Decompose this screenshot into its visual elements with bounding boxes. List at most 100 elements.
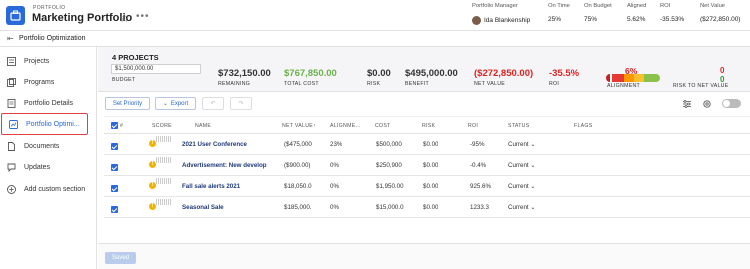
sidebar-item-programs[interactable]: Programs bbox=[0, 73, 96, 91]
status-dropdown[interactable]: Current ⌄ bbox=[508, 162, 536, 169]
page-title: Marketing Portfolio bbox=[32, 12, 133, 24]
optimization-icon bbox=[9, 119, 18, 129]
remaining-metric: $732,150.00 REMAINING bbox=[218, 68, 271, 87]
plus-circle-icon bbox=[7, 184, 16, 194]
export-button[interactable]: ⌄ Export bbox=[155, 97, 196, 110]
score-indicator bbox=[156, 199, 172, 205]
sidebar-item-projects[interactable]: Projects bbox=[0, 52, 96, 70]
gear-icon[interactable] bbox=[702, 99, 712, 109]
footer-bar: Saved bbox=[98, 243, 750, 269]
column-status[interactable]: STATUS bbox=[508, 123, 530, 129]
project-name-link[interactable]: Fall sale alerts 2021 bbox=[182, 183, 270, 190]
sidebar-item-documents[interactable]: Documents bbox=[0, 137, 96, 155]
aligned-meta: Aligned 5.62% bbox=[627, 3, 647, 23]
collapse-sidebar-icon[interactable]: ⇤ bbox=[7, 34, 14, 43]
table-row[interactable]: ! Fall sale alerts 2021 $18,050.0 0% $1,… bbox=[104, 176, 750, 197]
alignment-cell: 0% bbox=[330, 204, 339, 211]
sidebar-item-add-custom-section[interactable]: Add custom section bbox=[0, 180, 96, 198]
roi-meta: ROI -35.53% bbox=[660, 3, 685, 23]
updates-icon bbox=[7, 163, 16, 172]
sidebar-item-label: Portfolio Details bbox=[24, 99, 74, 107]
star-icon[interactable]: ☆ bbox=[119, 11, 130, 25]
chevron-down-icon: ⌄ bbox=[162, 101, 168, 107]
column-number: # bbox=[120, 123, 124, 129]
table-row[interactable]: ! 2021 User Conference ($475,000 23% $50… bbox=[104, 134, 750, 155]
portfolio-summary: 4 PROJECTS $1,500,000.00 BUDGET $732,150… bbox=[98, 47, 750, 92]
status-dropdown[interactable]: Current ⌄ bbox=[508, 141, 536, 148]
risk-cell: $0.00 bbox=[423, 183, 439, 190]
roi-metric: -35.5% ROI bbox=[549, 68, 580, 87]
projects-icon bbox=[7, 56, 16, 66]
sidebar-item-label: Programs bbox=[24, 78, 55, 86]
roi-cell: -95% bbox=[470, 141, 485, 148]
row-checkbox[interactable] bbox=[111, 185, 118, 192]
status-dropdown[interactable]: Current ⌄ bbox=[508, 183, 536, 190]
documents-icon bbox=[8, 141, 15, 151]
sidebar-item-portfolio-optimization[interactable]: Portfolio Optimi... bbox=[1, 113, 88, 135]
status-dropdown[interactable]: Current ⌄ bbox=[508, 204, 536, 211]
details-icon bbox=[7, 98, 16, 108]
chevron-down-icon: ⌄ bbox=[530, 183, 536, 190]
net-value-cell: $18,050.0 bbox=[284, 183, 312, 190]
select-all-checkbox[interactable] bbox=[111, 122, 118, 129]
status-value: Current bbox=[508, 141, 529, 148]
saved-button[interactable]: Saved bbox=[105, 252, 136, 264]
risk-metric: $0.00 RISK bbox=[367, 68, 391, 87]
column-cost[interactable]: COST bbox=[375, 123, 391, 129]
redo-button[interactable]: ↷ bbox=[230, 97, 252, 110]
set-priority-button[interactable]: Set Priority bbox=[105, 97, 150, 110]
column-net-value-label: NET VALUE bbox=[282, 123, 314, 129]
budget-input[interactable]: $1,500,000.00 bbox=[111, 64, 201, 74]
project-count: 4 PROJECTS bbox=[112, 53, 159, 62]
sliders-icon[interactable] bbox=[682, 99, 692, 109]
score-indicator bbox=[156, 157, 172, 163]
portfolio-logo-icon bbox=[6, 6, 25, 25]
table-header: # SCORE NAME NET VALUE↑ ALIGNME... COST … bbox=[104, 116, 750, 134]
risk-cell: $0.00 bbox=[423, 204, 439, 211]
sidebar-item-label: Add custom section bbox=[24, 185, 86, 193]
sidebar-item-portfolio-details[interactable]: Portfolio Details bbox=[0, 94, 96, 112]
row-checkbox[interactable] bbox=[111, 206, 118, 213]
alignment-gauge bbox=[606, 74, 660, 82]
warning-icon: ! bbox=[149, 140, 156, 147]
column-net-value[interactable]: NET VALUE↑ bbox=[282, 123, 316, 129]
manager-name: Ida Blankenship bbox=[484, 17, 531, 25]
project-name-link[interactable]: Advertisement: New develop bbox=[182, 162, 270, 169]
chevron-down-icon: ⌄ bbox=[530, 204, 536, 211]
column-roi[interactable]: ROI bbox=[468, 123, 478, 129]
column-name[interactable]: NAME bbox=[195, 123, 211, 129]
net-value-metric: ($272,850.00) NET VALUE bbox=[474, 68, 534, 87]
roi-cell: 925.6% bbox=[470, 183, 491, 190]
sidebar-item-updates[interactable]: Updates bbox=[0, 158, 96, 176]
main-content: 4 PROJECTS $1,500,000.00 BUDGET $732,150… bbox=[98, 47, 750, 269]
alignment-label: ALIGNMENT bbox=[607, 83, 640, 89]
top-header: PORTFOLIO Marketing Portfolio ☆ ••• Port… bbox=[0, 0, 750, 31]
project-name-link[interactable]: Seasonal Sale bbox=[182, 204, 270, 211]
table-row[interactable]: ! Advertisement: New develop ($900.00) 0… bbox=[104, 155, 750, 176]
cost-cell: $250,900 bbox=[376, 162, 402, 169]
programs-icon bbox=[7, 77, 16, 87]
table-row[interactable]: ! Seasonal Sale $185,000. 0% $15,000.0 $… bbox=[104, 197, 750, 218]
sub-header: ⇤ Portfolio Optimization bbox=[0, 31, 750, 47]
column-risk[interactable]: RISK bbox=[422, 123, 435, 129]
cost-cell: $1,950.00 bbox=[376, 183, 404, 190]
budget-label: BUDGET bbox=[112, 77, 136, 83]
project-name-link[interactable]: 2021 User Conference bbox=[182, 141, 270, 148]
row-checkbox[interactable] bbox=[111, 143, 118, 150]
score-indicator bbox=[156, 136, 172, 142]
row-checkbox[interactable] bbox=[111, 164, 118, 171]
undo-button[interactable]: ↶ bbox=[202, 97, 224, 110]
alignment-cell: 0% bbox=[330, 162, 339, 169]
more-dots-icon[interactable]: ••• bbox=[136, 11, 150, 22]
risk-net-top-value: 0 bbox=[720, 66, 725, 75]
column-alignment[interactable]: ALIGNME... bbox=[330, 123, 361, 129]
view-toggle[interactable] bbox=[722, 99, 741, 108]
risk-to-net-value-label: RISK TO NET VALUE bbox=[673, 83, 729, 89]
alignment-cell: 23% bbox=[330, 141, 343, 148]
column-score[interactable]: SCORE bbox=[152, 123, 172, 129]
cost-cell: $15,000.0 bbox=[376, 204, 404, 211]
chevron-down-icon: ⌄ bbox=[530, 141, 536, 148]
column-flags[interactable]: FLAGS bbox=[574, 123, 593, 129]
manager-link[interactable]: Ida Blankenship bbox=[472, 16, 530, 25]
total-cost-metric: $767,850.00 TOTAL COST bbox=[284, 68, 337, 87]
